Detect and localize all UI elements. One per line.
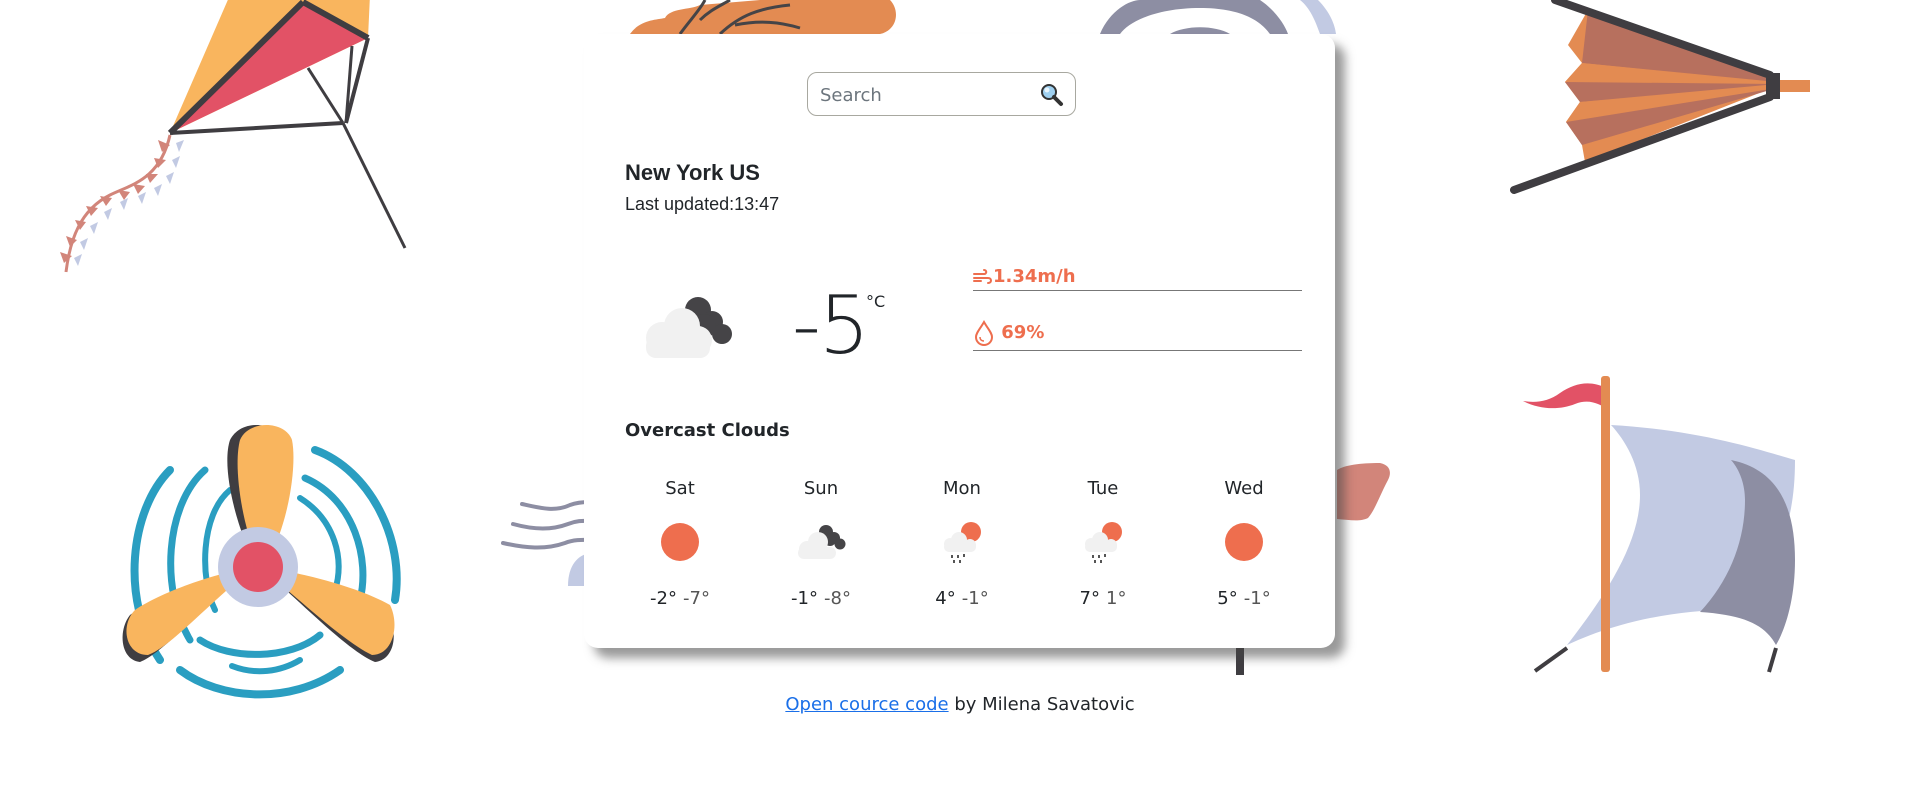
rain-sun-icon	[944, 522, 981, 563]
post-illustration	[1236, 648, 1244, 675]
forecast-day: Tue 7° 1°	[1033, 478, 1173, 609]
humidity-value: 69%	[1001, 322, 1045, 343]
forecast-min: -1°	[961, 588, 989, 609]
sun-icon	[1225, 523, 1263, 561]
rain-sun-icon	[1085, 522, 1122, 563]
wind-icon	[973, 269, 992, 284]
sun-icon	[661, 523, 699, 561]
umbrella-illustration	[1510, 0, 1810, 194]
current-temperature: -5	[792, 279, 870, 372]
forecast-day: Wed 5° -1°	[1174, 478, 1314, 609]
kite-illustration	[60, 0, 407, 273]
source-code-link[interactable]: Open cource code	[785, 694, 948, 715]
footer: Open cource code by Milena Savatovic	[0, 694, 1920, 715]
ring-illustration	[1100, 0, 1336, 34]
forecast-day: Sat -2° -7°	[610, 478, 750, 609]
forecast-max: -1°	[791, 588, 818, 609]
search-form	[807, 72, 1076, 116]
overcast-clouds-icon	[798, 525, 846, 559]
sailboat-illustration	[1523, 376, 1795, 673]
forecast-temps: 7° 1°	[1033, 588, 1173, 609]
last-updated: Last updated:13:47	[625, 194, 780, 214]
forecast-max: -2°	[650, 588, 677, 609]
city-title: New York US	[625, 160, 760, 185]
overcast-clouds-icon	[646, 297, 732, 358]
forecast-temps: 5° -1°	[1174, 588, 1314, 609]
forecast-day-name: Tue	[1087, 478, 1119, 499]
forecast-day: Mon 4° -1°	[892, 478, 1032, 609]
wind-value: 1.34m/h	[993, 266, 1076, 287]
weather-description: Overcast Clouds	[625, 420, 790, 441]
forecast-min: -1°	[1243, 588, 1271, 609]
forecast-temps: -2° -7°	[610, 588, 750, 609]
wind-speed: 1.34m/h	[973, 266, 1302, 291]
forecast-temps: -1° -8°	[751, 588, 891, 609]
forecast-day-name: Sat	[665, 478, 695, 499]
footer-author: by Milena Savatovic	[948, 694, 1135, 715]
forecast-max: 4°	[935, 588, 956, 609]
droplet-icon	[974, 319, 994, 347]
leaf-illustration	[1337, 463, 1390, 521]
forecast-min: -7°	[683, 588, 710, 609]
weather-card: New York US Last updated:13:47 -5 °C 1.3…	[584, 34, 1335, 648]
temperature-unit: °C	[866, 292, 886, 311]
forecast-day: Sun -1° -8°	[751, 478, 891, 609]
forecast-day-name: Mon	[943, 478, 981, 499]
propeller-illustration	[122, 425, 401, 699]
search-input[interactable]	[818, 79, 1032, 111]
forecast-max: 7°	[1079, 588, 1100, 609]
humidity: 69%	[973, 319, 1302, 351]
forecast-day-name: Sun	[803, 478, 839, 499]
tree-illustration	[630, 0, 896, 36]
forecast-temps: 4° -1°	[892, 588, 1032, 609]
forecast-max: 5°	[1217, 588, 1238, 609]
search-button[interactable]	[1039, 82, 1065, 108]
forecast-min: 1°	[1106, 588, 1127, 609]
magnifier-icon	[1041, 84, 1063, 106]
forecast-day-name: Wed	[1224, 478, 1264, 499]
forecast-min: -8°	[824, 588, 851, 609]
forecast-list: Sat -2° -7° Sun -1° -8° Mon 4° -1° Tue 7…	[610, 478, 1315, 628]
wind-lines-illustration	[501, 500, 592, 550]
